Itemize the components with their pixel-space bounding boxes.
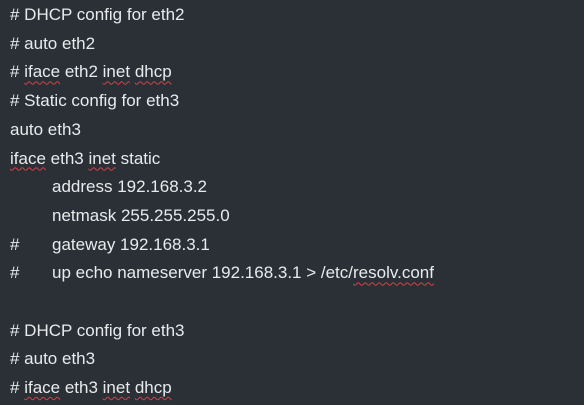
text-run: eth2 (60, 62, 103, 82)
misspelled-word: inet (102, 62, 131, 82)
text-run: eth3 (45, 148, 89, 168)
line-text: address 192.168.3.2 (52, 172, 207, 201)
misspelled-word: resolv.conf (353, 263, 434, 283)
text-run: # DHCP config for eth2 (10, 5, 185, 24)
line-text: up echo nameserver 192.168.3.1 > /etc/re… (52, 258, 434, 287)
misspelled-word: iface (24, 62, 61, 82)
line-text: # iface eth2 inet dhcp (10, 57, 172, 86)
misspelled-word: inet (88, 148, 116, 168)
text-run: up echo nameserver 192.168.3.1 > /etc/ (52, 263, 354, 283)
misspelled-word: inet (102, 378, 131, 398)
text-run: # (10, 62, 25, 82)
line-text: # DHCP config for eth3 (10, 316, 185, 345)
text-editor[interactable]: # DHCP config for eth2 # auto eth2 # iface… (0, 0, 584, 405)
line-text: netmask 255.255.255.0 (52, 201, 230, 230)
line-text: iface eth3 inet static (10, 144, 160, 173)
misspelled-word: dhcp (134, 62, 172, 82)
line-text: auto eth3 (10, 115, 81, 144)
text-run: address 192.168.3.2 (52, 177, 208, 197)
comment-hash: # (10, 234, 20, 254)
text-run: netmask 255.255.255.0 (52, 205, 230, 225)
misspelled-word: iface (24, 378, 61, 398)
line-text: # DHCP config for eth2 (10, 0, 185, 29)
text-run: eth3 (60, 378, 103, 398)
line-text: # auto eth3 (10, 344, 95, 373)
misspelled-word: dhcp (134, 378, 172, 398)
text-run: gateway 192.168.3.1 (52, 234, 210, 254)
text-run: static (115, 148, 161, 168)
text-run: # auto eth2 (10, 33, 96, 53)
line-text: # iface eth3 inet dhcp (10, 373, 172, 402)
text-run: # auto eth3 (10, 349, 96, 369)
line-text: # auto eth2 (10, 29, 95, 58)
line-text: gateway 192.168.3.1 (52, 230, 210, 259)
misspelled-word: iface (10, 148, 46, 168)
text-run: # (10, 378, 25, 398)
text-run: auto eth3 (10, 119, 81, 139)
line-text: # Static config for eth3 (10, 86, 179, 115)
text-run: # DHCP config for eth3 (10, 320, 185, 340)
comment-hash: # (10, 263, 20, 283)
text-run: # Static config for eth3 (10, 91, 180, 111)
